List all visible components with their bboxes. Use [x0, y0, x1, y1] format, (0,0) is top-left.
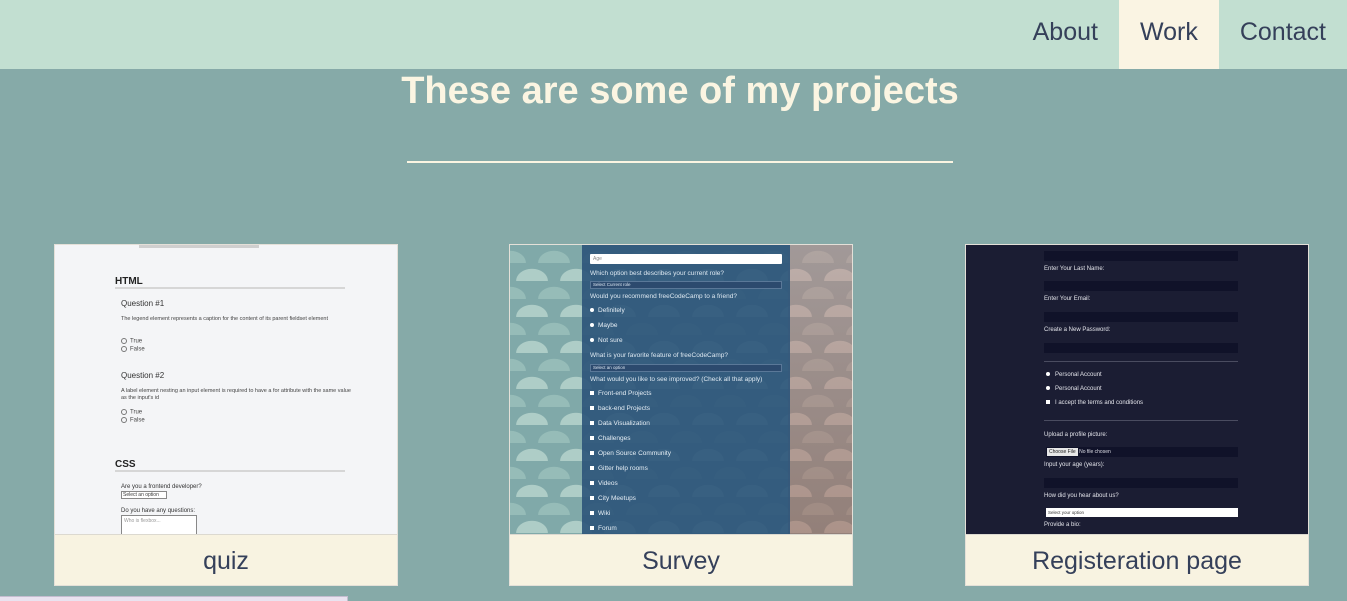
thumbnail-question-text: What is your favorite feature of freeCod… [590, 352, 729, 359]
thumbnail-background-tint [510, 245, 582, 534]
thumbnail-form-panel: Age Which option best describes your cur… [582, 245, 790, 534]
thumbnail-input: Age [590, 254, 782, 264]
thumbnail-select: Select your option [1046, 508, 1238, 517]
thumbnail-input [1044, 251, 1238, 261]
thumbnail-question-title: Question #2 [121, 371, 165, 380]
projects-heading: These are some of my projects [401, 70, 959, 112]
thumbnail-background-tint [788, 245, 852, 534]
thumbnail-field-label: Enter Your Last Name: [1044, 266, 1105, 272]
thumbnail-question-text: Are you a frontend developer? [121, 484, 202, 490]
thumbnail-checkbox-option: back-end Projects [590, 405, 650, 412]
thumbnail-checkbox-option: Forum [590, 525, 617, 532]
thumbnail-checkbox-option: Data Visualization [590, 420, 650, 427]
thumbnail-file-input: Choose File No file chosen [1046, 447, 1238, 457]
thumbnail-choose-file-button: Choose File [1047, 448, 1078, 456]
project-card-survey[interactable]: Age Which option best describes your cur… [509, 244, 853, 586]
thumbnail-radio-option: Definitely [590, 307, 625, 314]
navbar: About Work Contact [0, 0, 1347, 69]
project-card-registration[interactable]: Enter Your Last Name: Enter Your Email: … [965, 244, 1309, 586]
thumbnail-select: Select an option [121, 491, 167, 499]
thumbnail-field-label: Enter Your Email: [1044, 296, 1091, 302]
project-caption-quiz: quiz [55, 534, 397, 585]
project-caption-survey: Survey [510, 534, 852, 585]
thumbnail-select: Select an option [590, 364, 782, 372]
bottom-overlay-edge [0, 596, 348, 601]
thumbnail-section-heading: HTML [115, 276, 143, 287]
thumbnail-top-bar [139, 245, 259, 248]
thumbnail-checkbox-option: Gitter help rooms [590, 465, 648, 472]
thumbnail-field-label: How did you hear about us? [1044, 493, 1119, 499]
project-card-quiz[interactable]: HTML Question #1 The legend element repr… [54, 244, 398, 586]
thumbnail-question-text: Would you recommend freeCodeCamp to a fr… [590, 293, 737, 300]
thumbnail-question-text: Which option best describes your current… [590, 270, 725, 277]
nav-link-about[interactable]: About [1012, 0, 1119, 69]
thumbnail-field-label: Input your age (years): [1044, 462, 1105, 468]
nav-link-contact[interactable]: Contact [1219, 0, 1347, 69]
thumbnail-checkbox-option: I accept the terms and conditions [1046, 400, 1143, 406]
thumbnail-radio-option: Personal Account [1046, 386, 1102, 392]
thumbnail-question-text: The legend element represents a caption … [121, 316, 328, 322]
thumbnail-select: Select Current role [590, 281, 782, 289]
thumbnail-radio-option: Maybe [590, 322, 618, 329]
thumbnail-checkbox-option: Challenges [590, 435, 631, 442]
thumbnail-radio-option: False [121, 346, 145, 353]
thumbnail-section-heading: CSS [115, 459, 136, 470]
thumbnail-radio-option: False [121, 417, 145, 424]
thumbnail-rule [1044, 361, 1238, 362]
nav-links: About Work Contact [1012, 0, 1347, 69]
project-thumbnail-quiz: HTML Question #1 The legend element repr… [55, 245, 397, 534]
thumbnail-checkbox-option: Front-end Projects [590, 390, 651, 397]
thumbnail-question-text: A label element nesting an input element… [121, 388, 351, 401]
thumbnail-input [1044, 281, 1238, 291]
thumbnail-field-label: Upload a profile picture: [1044, 432, 1108, 438]
thumbnail-radio-option: True [121, 409, 142, 416]
thumbnail-textarea: Who is flexbox... [121, 515, 197, 534]
thumbnail-checkbox-option: Videos [590, 480, 618, 487]
heading-divider [407, 161, 953, 163]
thumbnail-input [1044, 343, 1238, 353]
thumbnail-radio-option: True [121, 338, 142, 345]
thumbnail-field-label: Create a New Password: [1044, 327, 1111, 333]
project-thumbnail-survey: Age Which option best describes your cur… [510, 245, 852, 534]
thumbnail-input [1044, 312, 1238, 322]
thumbnail-radio-option: Not sure [590, 337, 623, 344]
thumbnail-rule [1044, 420, 1238, 421]
project-thumbnail-registration: Enter Your Last Name: Enter Your Email: … [966, 245, 1308, 534]
thumbnail-rule [115, 287, 345, 289]
thumbnail-radio-option: Personal Account [1046, 372, 1102, 378]
thumbnail-question-text: Do you have any questions: [121, 508, 196, 514]
thumbnail-checkbox-option: Wiki [590, 510, 610, 517]
thumbnail-question-text: What would you like to see improved? (Ch… [590, 376, 763, 383]
thumbnail-file-status: No file chosen [1079, 449, 1111, 455]
project-caption-registration: Registeration page [966, 534, 1308, 585]
thumbnail-checkbox-option: City Meetups [590, 495, 636, 502]
nav-link-work[interactable]: Work [1118, 0, 1219, 69]
thumbnail-checkbox-option: Open Source Community [590, 450, 671, 457]
thumbnail-rule [115, 470, 345, 472]
thumbnail-question-title: Question #1 [121, 299, 165, 308]
thumbnail-input [1044, 478, 1238, 488]
thumbnail-field-label: Provide a bio: [1044, 522, 1081, 528]
